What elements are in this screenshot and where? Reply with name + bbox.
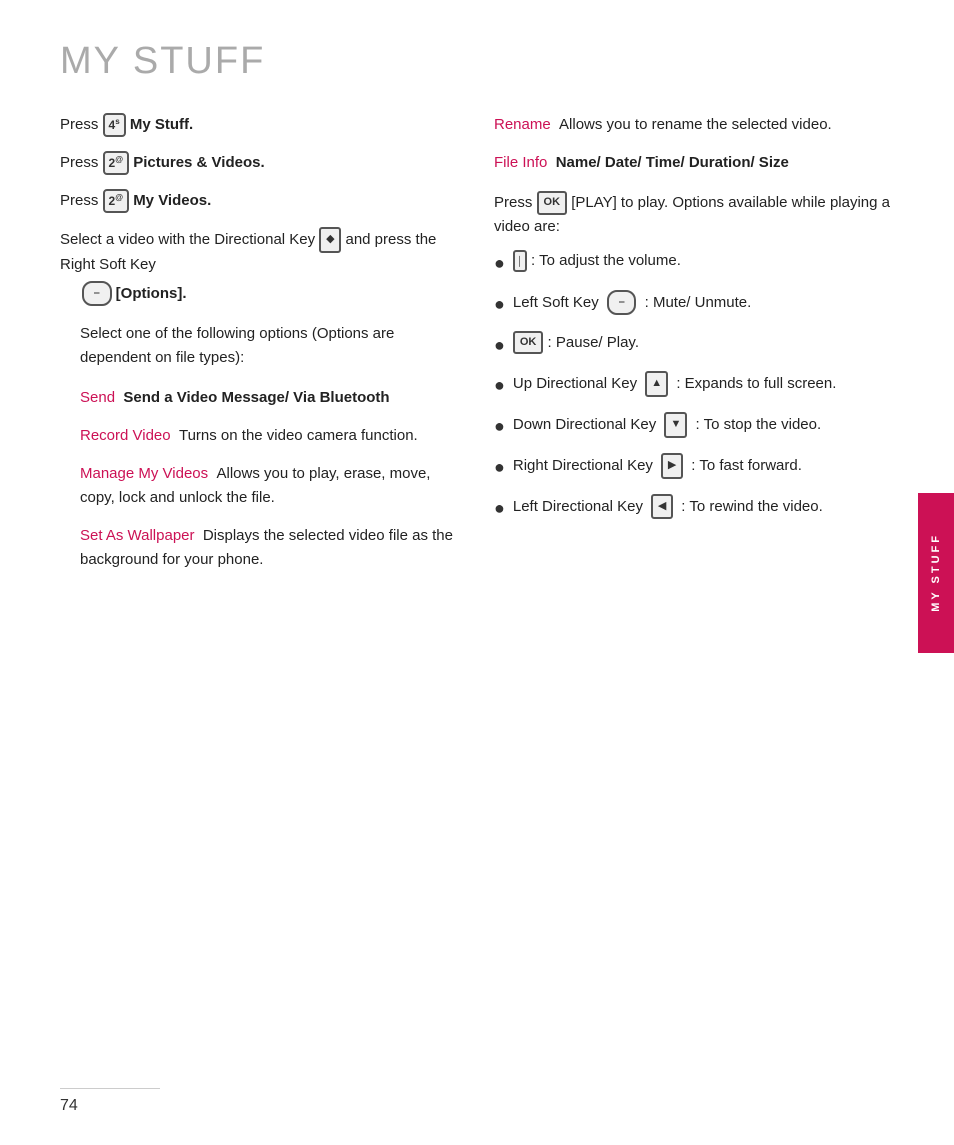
bullet-7: ● Left Directional Key ◀ : To rewind the… [494,494,894,523]
manage-label: Manage My Videos [80,465,208,482]
step-4: Press 2@ My Videos. [60,189,464,213]
bullet-dot-4: ● [494,371,505,400]
step4-text: Press [60,192,98,209]
fileinfo-option: File Info Name/ Date/ Time/ Duration/ Si… [494,151,894,175]
bullet-3-content: OK : Pause/ Play. [513,331,894,355]
bullet-dot-7: ● [494,494,505,523]
bullet-dot-1: ● [494,249,505,278]
bullet4-pre: Up Directional Key [513,375,637,392]
bullet5-pre: Down Directional Key [513,416,656,433]
directional-key-icon: ◆ [319,227,341,253]
key-4-icon: 4s [103,113,126,137]
record-label: Record Video [80,427,171,444]
bullet-1-content: │ : To adjust the volume. [513,249,894,273]
send-desc: Send a Video Message/ Via Bluetooth [123,389,389,406]
step-6: Press OK [PLAY] to play. Options availab… [494,191,894,239]
bullet-1: ● │ : To adjust the volume. [494,249,894,278]
record-option: Record Video Turns on the video camera f… [80,424,464,448]
right-dir-key-icon: ▶ [661,453,683,479]
fileinfo-desc: Name/ Date/ Time/ Duration/ Size [556,154,789,171]
bullet3-text: : Pause/ Play. [548,334,639,351]
ok-key-icon-2: OK [513,331,544,355]
bullet-dot-5: ● [494,412,505,441]
bullet6-text: : To fast forward. [691,457,802,474]
page-title: MY STUFF [0,0,954,103]
send-label: Send [80,389,115,406]
left-soft-key-icon: ⎯ [607,290,637,316]
step5-options: [Options]. [116,284,187,301]
bullet-6-content: Right Directional Key ▶ : To fast forwar… [513,453,894,479]
wallpaper-label: Set As Wallpaper [80,527,195,544]
bullet2-pre: Left Soft Key [513,294,599,311]
step3-label: Pictures & Videos. [133,154,264,171]
bullet-4: ● Up Directional Key ▲ : Expands to full… [494,371,894,400]
rename-option: Rename Allows you to rename the selected… [494,113,894,137]
step5-text: Select a video with the Directional Key [60,231,319,248]
sidebar: MY STUFF [918,0,954,1145]
rename-desc: Allows you to rename the selected video. [559,116,832,133]
bullet7-text: : To rewind the video. [681,498,822,515]
bullet-dot-2: ● [494,290,505,319]
key-2a-icon: 2@ [103,151,130,175]
bullet1-text: : To adjust the volume. [531,252,681,269]
bullet-5: ● Down Directional Key ▼ : To stop the v… [494,412,894,441]
record-desc: Turns on the video camera function. [179,427,418,444]
step-3: Press 2@ Pictures & Videos. [60,151,464,175]
bullet-dot-3: ● [494,331,505,360]
up-dir-key-icon: ▲ [645,371,668,397]
step6-text: Press [494,194,532,211]
key-2b-icon: 2@ [103,189,130,213]
bullet2-text: : Mute/ Unmute. [645,294,752,311]
step-5: Select a video with the Directional Key … [60,227,464,306]
select-one-text: Select one of the following options (Opt… [80,322,464,370]
sidebar-label: MY STUFF [930,523,942,622]
fileinfo-label: File Info [494,154,547,171]
wallpaper-option: Set As Wallpaper Displays the selected v… [80,524,464,572]
step4-label: My Videos. [133,192,211,209]
bullet4-text: : Expands to full screen. [676,375,836,392]
bullet-list: ● │ : To adjust the volume. ● Left Soft … [494,249,894,523]
page-footer: 74 [60,1088,160,1115]
bullet-3: ● OK : Pause/ Play. [494,331,894,360]
bullet5-text: : To stop the video. [696,416,822,433]
left-column: Press 4s My Stuff. Press 2@ Pictures & V… [60,113,464,586]
rename-label: Rename [494,116,551,133]
right-column: Rename Allows you to rename the selected… [494,113,894,586]
volume-key-icon: │ [513,250,527,272]
options-section: Send Send a Video Message/ Via Bluetooth… [80,386,464,572]
bullet-5-content: Down Directional Key ▼ : To stop the vid… [513,412,894,438]
bullet-2: ● Left Soft Key ⎯ : Mute/ Unmute. [494,290,894,319]
ok-key-icon: OK [537,191,568,215]
soft-key-icon: ⎯ [82,281,112,307]
step-2: Press 4s My Stuff. [60,113,464,137]
down-dir-key-icon: ▼ [664,412,687,438]
step3-text: Press [60,154,98,171]
bullet7-pre: Left Directional Key [513,498,643,515]
send-option: Send Send a Video Message/ Via Bluetooth [80,386,464,410]
left-dir-key-icon: ◀ [651,494,673,520]
sidebar-bar-inner: MY STUFF [918,493,954,653]
bullet-4-content: Up Directional Key ▲ : Expands to full s… [513,371,894,397]
bullet-6: ● Right Directional Key ▶ : To fast forw… [494,453,894,482]
manage-option: Manage My Videos Allows you to play, era… [80,462,464,510]
bullet-dot-6: ● [494,453,505,482]
bullet-7-content: Left Directional Key ◀ : To rewind the v… [513,494,894,520]
bullet-2-content: Left Soft Key ⎯ : Mute/ Unmute. [513,290,894,316]
step2-label: My Stuff. [130,116,193,133]
step2-text: Press [60,116,98,133]
page-number: 74 [60,1097,78,1114]
bullet6-pre: Right Directional Key [513,457,653,474]
